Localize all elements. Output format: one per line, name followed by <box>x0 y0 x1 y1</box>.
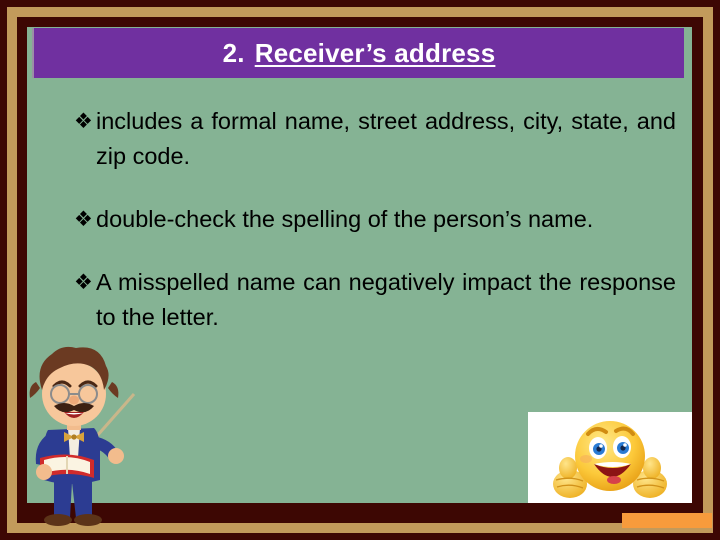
list-item-text: double-check the spelling of the person’… <box>96 206 594 232</box>
diamond-bullet-icon: ❖ <box>74 208 93 231</box>
title-number: 2. <box>222 37 245 68</box>
list-item: ❖ double-check the spelling of the perso… <box>74 202 676 237</box>
slide-title-band: 2. Receiver’s address <box>32 28 684 78</box>
bullet-list: ❖ includes a formal name, street address… <box>74 104 676 335</box>
smiley-thumbs-up-image <box>528 412 692 503</box>
bottom-accent-bar <box>622 513 712 528</box>
slide: 2. Receiver’s address ❖ includes a formal… <box>0 0 720 540</box>
list-item: ❖ includes a formal name, street address… <box>74 104 676 174</box>
list-item: ❖ A misspelled name can negatively impac… <box>74 265 676 335</box>
professor-teacher-illustration <box>18 332 150 528</box>
diamond-bullet-icon: ❖ <box>74 110 93 133</box>
page-title: 2. Receiver’s address <box>223 38 496 69</box>
title-label: Receiver’s address <box>254 37 496 68</box>
list-item-text: includes a formal name, street address, … <box>96 108 676 169</box>
diamond-bullet-icon: ❖ <box>74 271 93 294</box>
list-item-text: A misspelled name can negatively impact … <box>96 269 676 330</box>
